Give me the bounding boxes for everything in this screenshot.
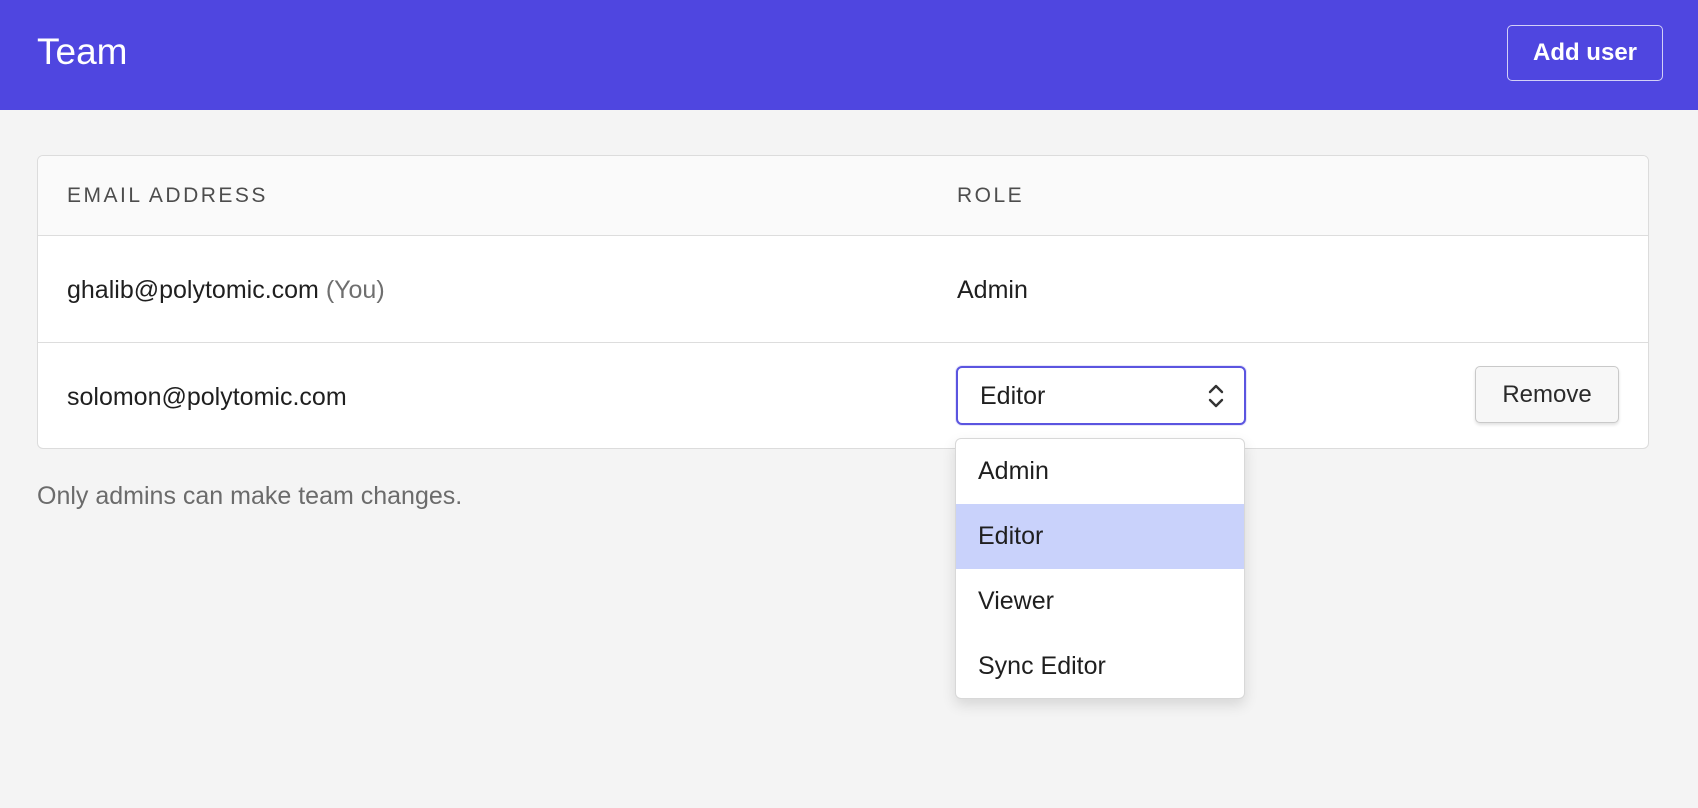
page-header: Team Add user <box>0 0 1698 110</box>
member-email: solomon@polytomic.com <box>67 382 347 412</box>
role-dropdown-menu: Admin Editor Viewer Sync Editor <box>955 438 1245 699</box>
chevron-up-down-icon <box>1208 384 1224 408</box>
member-email-text: ghalib@polytomic.com <box>67 276 319 304</box>
member-email: ghalib@polytomic.com (You) <box>67 275 385 305</box>
member-role: Admin <box>957 276 1028 304</box>
table-row: ghalib@polytomic.com (You) Admin <box>38 236 1648 343</box>
permissions-note: Only admins can make team changes. <box>37 482 463 510</box>
page-title: Team <box>37 31 128 72</box>
member-email-text: solomon@polytomic.com <box>67 383 347 411</box>
role-select-value: Editor <box>980 382 1046 410</box>
remove-member-button[interactable]: Remove <box>1475 366 1619 423</box>
team-table: EMAIL ADDRESS ROLE ghalib@polytomic.com … <box>37 155 1649 449</box>
table-header: EMAIL ADDRESS ROLE <box>38 156 1648 236</box>
column-header-role: ROLE <box>957 184 1025 207</box>
table-row: solomon@polytomic.com Editor Remove <box>38 343 1648 448</box>
role-option-sync-editor[interactable]: Sync Editor <box>956 634 1244 698</box>
column-header-email: EMAIL ADDRESS <box>67 184 268 207</box>
role-select[interactable]: Editor <box>956 366 1246 425</box>
role-option-viewer[interactable]: Viewer <box>956 569 1244 634</box>
current-user-tag: (You) <box>325 276 385 304</box>
role-option-admin[interactable]: Admin <box>956 439 1244 504</box>
role-option-editor[interactable]: Editor <box>956 504 1244 569</box>
add-user-button[interactable]: Add user <box>1507 25 1663 81</box>
